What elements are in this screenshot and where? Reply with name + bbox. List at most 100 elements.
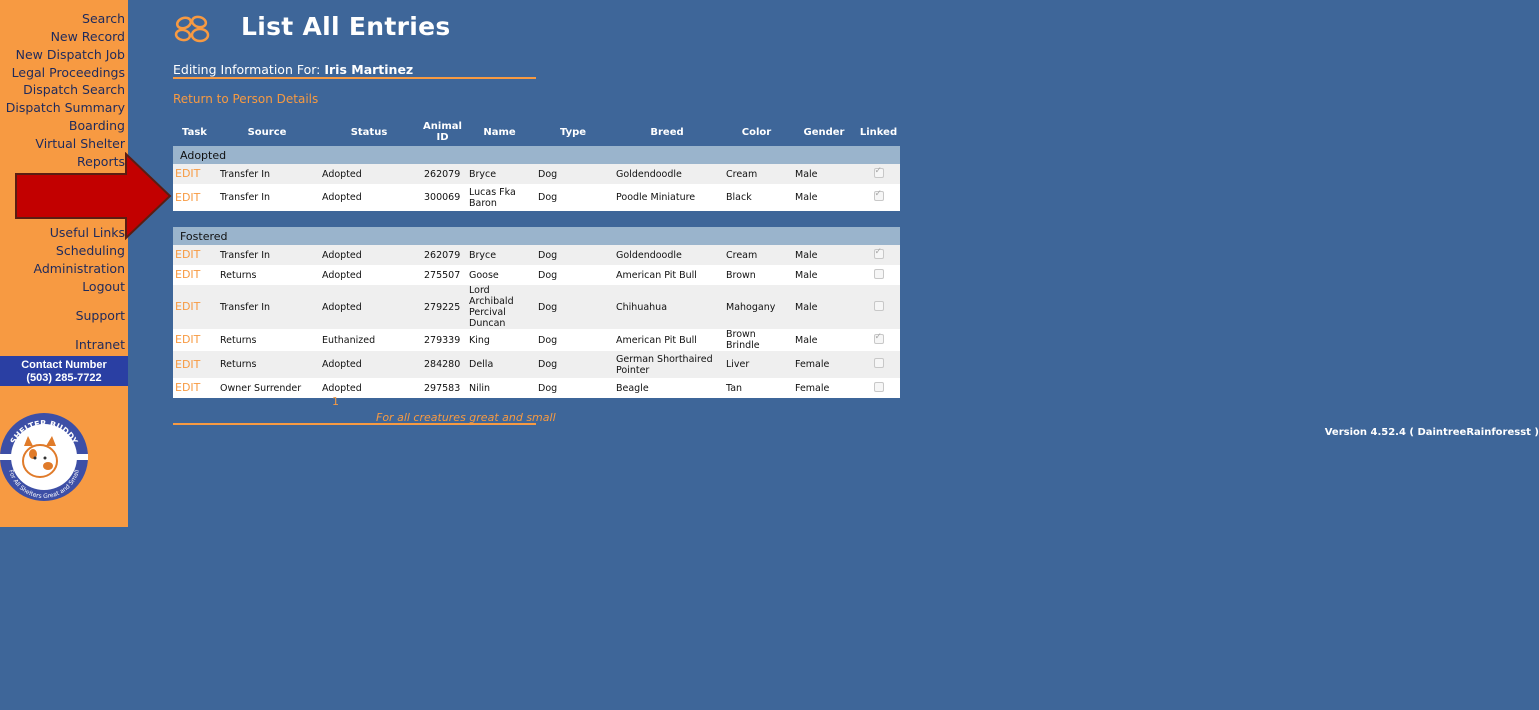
nav-new-dispatch-job[interactable]: New Dispatch Job bbox=[16, 47, 125, 63]
task-cell: EDIT bbox=[173, 329, 216, 351]
task-cell: EDIT bbox=[173, 378, 216, 398]
nav-scheduling[interactable]: Scheduling bbox=[56, 243, 125, 259]
cell-type: Dog bbox=[534, 285, 612, 329]
cell-gender: Male bbox=[791, 285, 857, 329]
cell-status: Adopted bbox=[318, 351, 420, 378]
cell-breed: American Pit Bull bbox=[612, 329, 722, 351]
cell-status: Adopted bbox=[318, 164, 420, 184]
table-row: EDIT Transfer In Adopted 300069 Lucas Fka Ba… bbox=[173, 184, 900, 211]
group-header-row: Fostered bbox=[173, 227, 900, 245]
linked-checkbox[interactable] bbox=[873, 166, 884, 178]
cell-breed: Beagle bbox=[612, 378, 722, 398]
editing-label: Editing Information For: bbox=[173, 62, 321, 77]
col-breed: Breed bbox=[650, 126, 684, 138]
footer-divider bbox=[173, 423, 536, 425]
cell-source: Transfer In bbox=[216, 184, 318, 211]
contact-number-box: Contact Number (503) 285-7722 bbox=[0, 356, 128, 386]
linked-checkbox[interactable] bbox=[873, 381, 884, 392]
nav-new-record[interactable]: New Record bbox=[51, 29, 125, 45]
table-row: EDIT Returns Adopted 284280 Della Dog German S… bbox=[173, 351, 900, 378]
cell-gender: Male bbox=[791, 245, 857, 265]
contact-phone: (503) 285-7722 bbox=[26, 372, 102, 384]
nav-search[interactable]: Search bbox=[82, 11, 125, 27]
cell-animal-id: 300069 bbox=[420, 184, 465, 211]
linked-checkbox[interactable] bbox=[873, 247, 884, 259]
cell-status: Adopted bbox=[318, 285, 420, 329]
cell-breed: Goldendoodle bbox=[612, 164, 722, 184]
cell-gender: Male bbox=[791, 164, 857, 184]
cell-source: Transfer In bbox=[216, 245, 318, 265]
task-cell: EDIT bbox=[173, 164, 216, 184]
cell-breed: Chihuahua bbox=[612, 285, 722, 329]
group-title: Fostered bbox=[173, 227, 900, 245]
task-cell: EDIT bbox=[173, 285, 216, 329]
col-source: Source bbox=[247, 126, 287, 138]
cell-source: Returns bbox=[216, 329, 318, 351]
col-gender: Gender bbox=[803, 126, 845, 138]
edit-link[interactable]: EDIT bbox=[175, 268, 200, 281]
nav-intranet[interactable]: Intranet bbox=[75, 337, 125, 353]
col-linked: Linked bbox=[859, 126, 898, 138]
cell-type: Dog bbox=[534, 378, 612, 398]
cell-status: Adopted bbox=[318, 245, 420, 265]
nav-dispatch-search[interactable]: Dispatch Search bbox=[23, 82, 125, 98]
return-to-person-link[interactable]: Return to Person Details bbox=[173, 92, 318, 106]
cell-color: Black bbox=[722, 184, 791, 211]
cell-animal-id: 262079 bbox=[420, 245, 465, 265]
cell-source: Returns bbox=[216, 265, 318, 285]
linked-cell bbox=[857, 245, 900, 265]
table-header-row: Task Source Status Animal ID Name Type B… bbox=[173, 118, 900, 146]
nav-dispatch-summary[interactable]: Dispatch Summary bbox=[6, 100, 125, 116]
cell-name: Nilin bbox=[465, 378, 534, 398]
shelter-buddy-logo: SHELTER BUDDY For All Shelters Great and… bbox=[0, 406, 88, 508]
cell-source: Owner Surrender bbox=[216, 378, 318, 398]
edit-link[interactable]: EDIT bbox=[175, 191, 200, 204]
cell-source: Transfer In bbox=[216, 285, 318, 329]
task-cell: EDIT bbox=[173, 245, 216, 265]
linked-checkbox[interactable] bbox=[873, 268, 884, 279]
cell-type: Dog bbox=[534, 184, 612, 211]
cell-gender: Male bbox=[791, 184, 857, 211]
cell-color: Liver bbox=[722, 351, 791, 378]
edit-link[interactable]: EDIT bbox=[175, 167, 200, 180]
cell-color: Mahogany bbox=[722, 285, 791, 329]
linked-checkbox[interactable] bbox=[873, 300, 884, 311]
col-status: Status bbox=[350, 126, 388, 138]
cell-breed: American Pit Bull bbox=[612, 265, 722, 285]
cell-type: Dog bbox=[534, 164, 612, 184]
nav-logout[interactable]: Logout bbox=[82, 279, 125, 295]
pawprint-icon bbox=[174, 15, 210, 43]
edit-link[interactable]: EDIT bbox=[175, 358, 200, 371]
linked-checkbox[interactable] bbox=[873, 189, 884, 201]
col-name: Name bbox=[483, 126, 516, 138]
editing-info: Editing Information For: Iris Martinez bbox=[173, 62, 413, 77]
task-cell: EDIT bbox=[173, 265, 216, 285]
cell-animal-id: 297583 bbox=[420, 378, 465, 398]
edit-link[interactable]: EDIT bbox=[175, 300, 200, 313]
col-animal-id: Animal ID bbox=[420, 118, 465, 146]
nav-administration[interactable]: Administration bbox=[34, 261, 125, 277]
edit-link[interactable]: EDIT bbox=[175, 248, 200, 261]
cell-name: Lord Archibald Percival Duncan bbox=[465, 285, 534, 329]
nav-boarding[interactable]: Boarding bbox=[69, 118, 125, 134]
linked-cell bbox=[857, 265, 900, 285]
nav-legal-proceedings[interactable]: Legal Proceedings bbox=[12, 65, 125, 81]
cell-gender: Female bbox=[791, 378, 857, 398]
nav-support[interactable]: Support bbox=[76, 308, 125, 324]
red-arrow-icon bbox=[15, 152, 172, 240]
task-cell: EDIT bbox=[173, 184, 216, 211]
cell-color: Brown bbox=[722, 265, 791, 285]
page-number-link[interactable]: 1 bbox=[332, 395, 339, 408]
linked-checkbox[interactable] bbox=[873, 332, 884, 344]
cell-color: Cream bbox=[722, 245, 791, 265]
cell-status: Euthanized bbox=[318, 329, 420, 351]
linked-checkbox[interactable] bbox=[873, 358, 884, 368]
col-color: Color bbox=[741, 126, 772, 138]
edit-link[interactable]: EDIT bbox=[175, 333, 200, 346]
cell-name: Della bbox=[465, 351, 534, 378]
edit-link[interactable]: EDIT bbox=[175, 381, 200, 394]
cell-name: King bbox=[465, 329, 534, 351]
nav-virtual-shelter[interactable]: Virtual Shelter bbox=[35, 136, 125, 152]
linked-cell bbox=[857, 378, 900, 398]
cell-name: Bryce bbox=[465, 245, 534, 265]
